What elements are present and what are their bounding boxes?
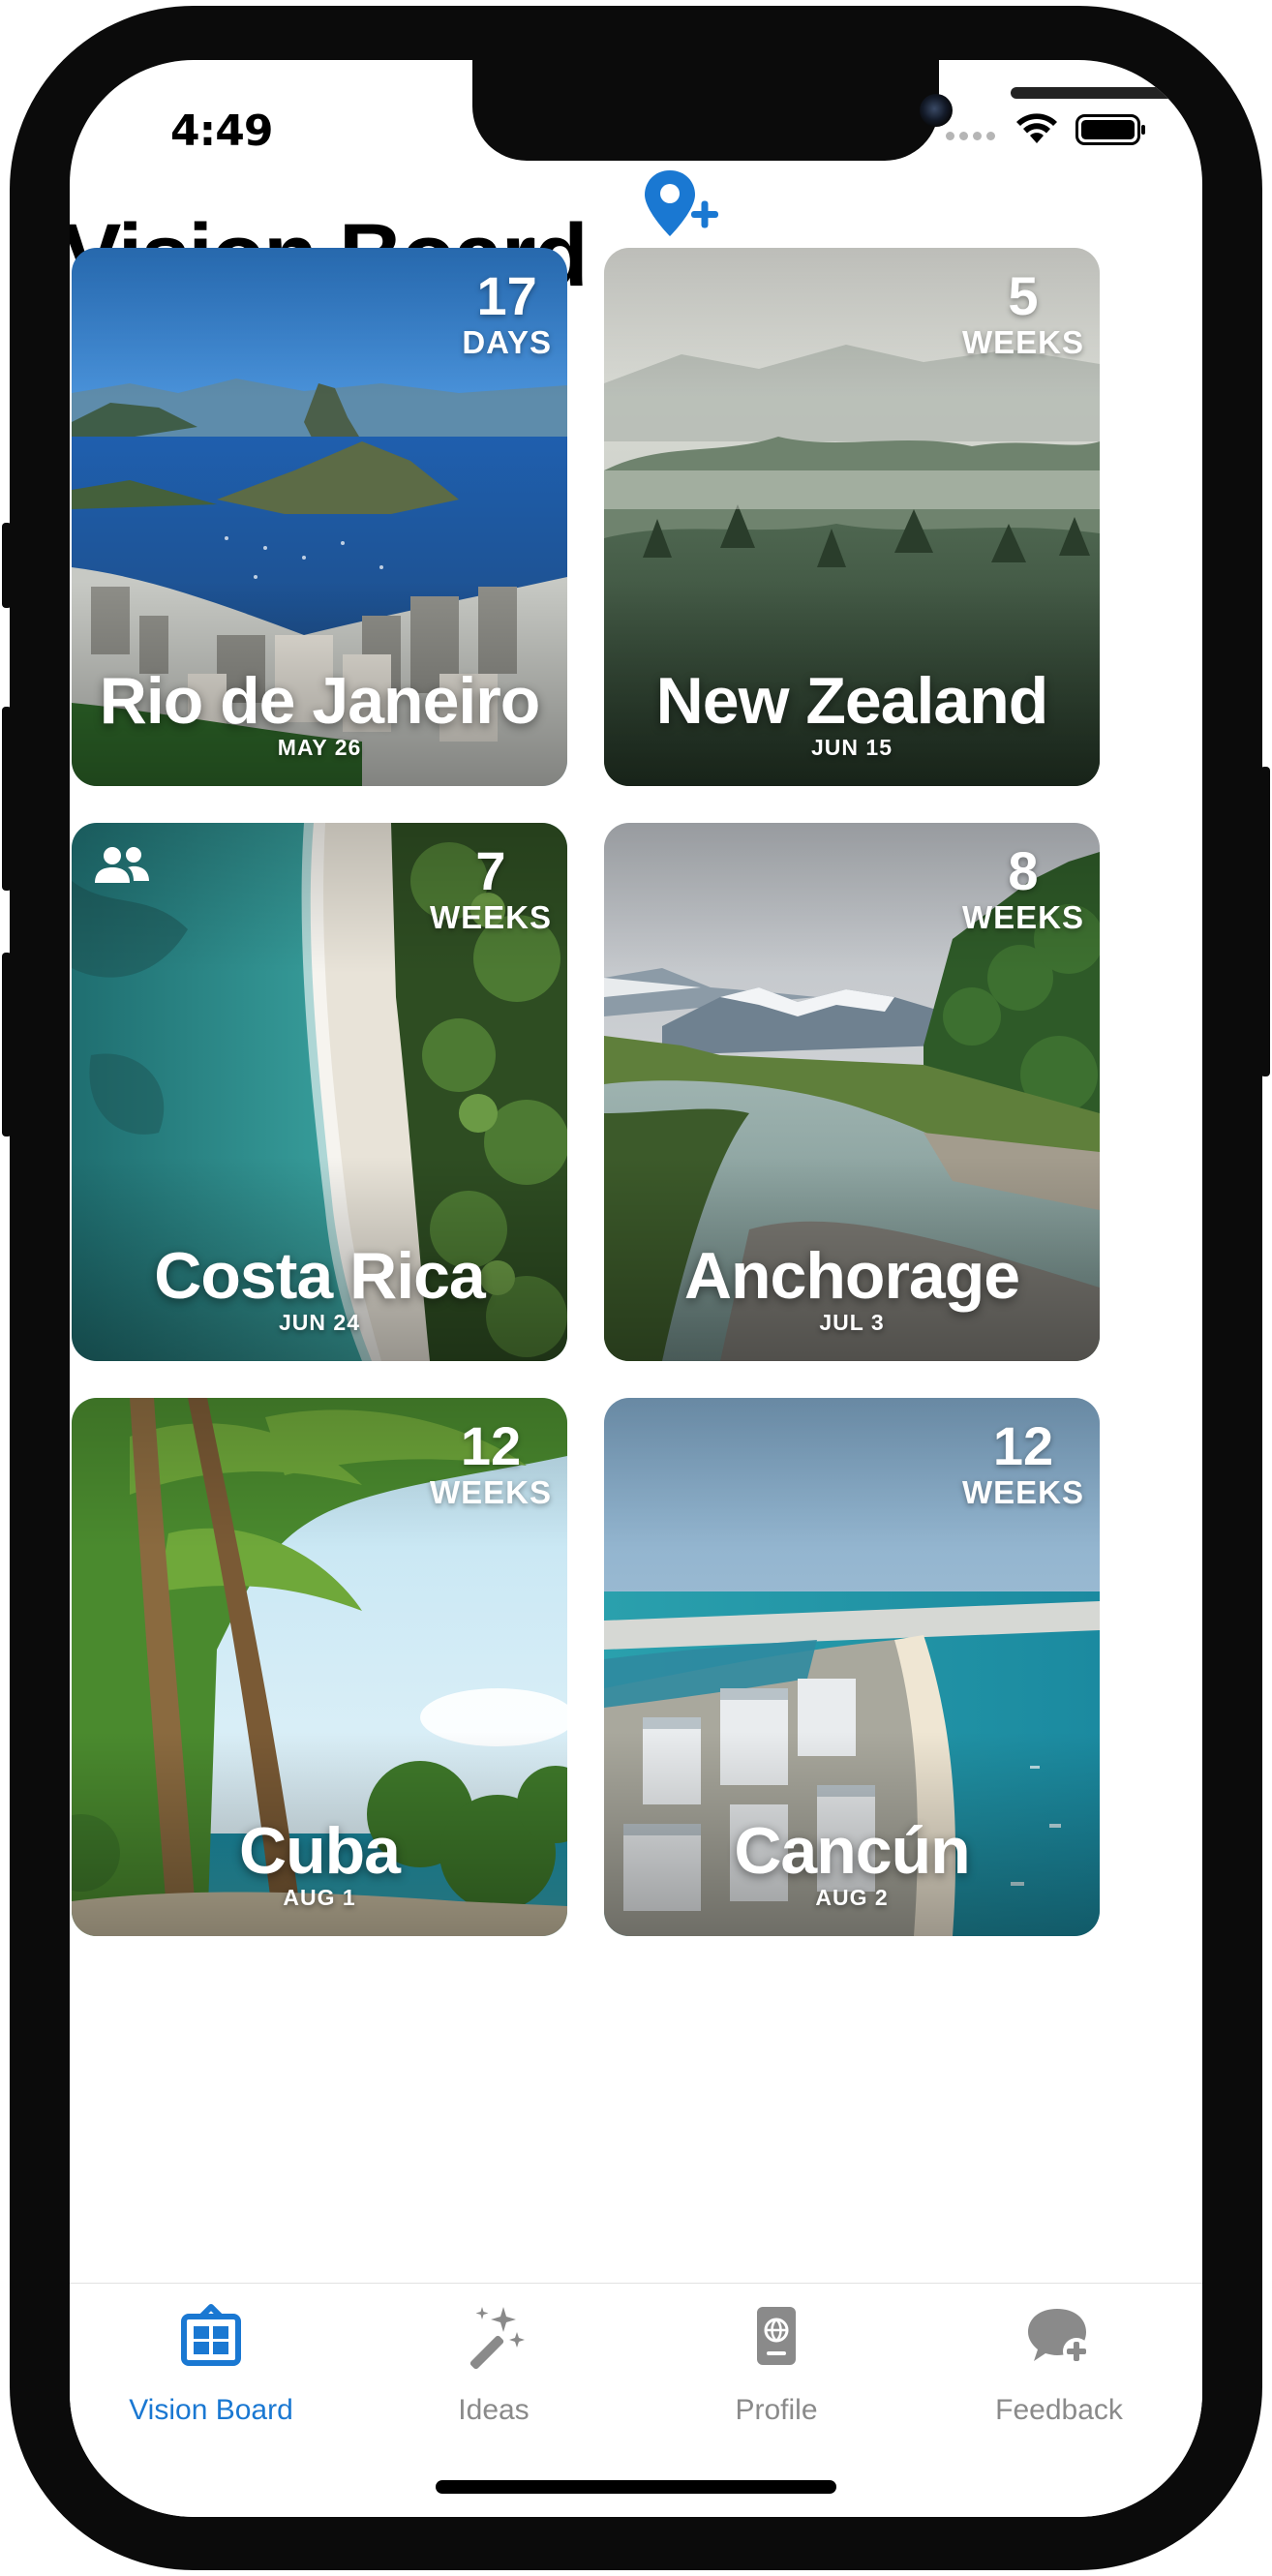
countdown-value: 7 (475, 840, 506, 901)
tab-ideas[interactable]: Ideas (352, 2284, 635, 2439)
destination-card-cancun[interactable]: 12 WEEKS Cancún AUG 2 (604, 1398, 1100, 1936)
chat-bubble-plus-icon (1028, 2309, 1090, 2365)
destination-name: Cuba (239, 1814, 401, 1888)
destination-date: JUL 3 (819, 1310, 885, 1335)
tab-feedback[interactable]: Feedback (918, 2284, 1200, 2439)
destination-date: JUN 24 (279, 1310, 360, 1335)
tab-label: Vision Board (129, 2394, 293, 2426)
countdown-value: 12 (992, 1415, 1054, 1476)
countdown-unit: WEEKS (961, 324, 1084, 360)
countdown-value: 17 (476, 265, 537, 326)
countdown-value: 12 (460, 1415, 522, 1476)
tab-profile[interactable]: Profile (635, 2284, 918, 2439)
add-destination-button[interactable] (641, 167, 722, 240)
destination-name: Cancún (734, 1814, 970, 1888)
status-icons (946, 110, 1159, 149)
destination-name: New Zealand (655, 664, 1049, 738)
notch (472, 60, 1202, 161)
map-pin-plus-icon (645, 170, 718, 236)
home-indicator[interactable] (436, 2480, 836, 2494)
countdown-value: 8 (1008, 840, 1039, 901)
volume-down-button (2, 953, 12, 1136)
countdown-unit: WEEKS (961, 899, 1084, 935)
app-screen: 4:49 Vision Board (70, 60, 1202, 2517)
tab-vision-board[interactable]: Vision Board (70, 2284, 352, 2439)
countdown-unit: WEEKS (961, 1474, 1084, 1510)
destination-card-cuba[interactable]: 12 WEEKS Cuba AUG 1 (72, 1398, 567, 1936)
countdown: 5 WEEKS (962, 269, 1084, 360)
volume-up-button (2, 707, 12, 891)
countdown-unit: WEEKS (429, 899, 552, 935)
destination-card-anchorage[interactable]: 8 WEEKS Anchorage JUL 3 (604, 823, 1100, 1361)
magic-wand-icon (469, 2307, 525, 2370)
vision-board-icon (181, 2304, 241, 2366)
silent-switch (2, 523, 12, 608)
passport-icon (757, 2307, 796, 2365)
tab-label: Profile (735, 2394, 818, 2426)
shared-trip-icon (95, 847, 149, 883)
destination-card-costa-rica[interactable]: 7 WEEKS Costa Rica JUN 24 (72, 823, 567, 1361)
countdown: 12 WEEKS (962, 1419, 1084, 1510)
destination-card-new-zealand[interactable]: 5 WEEKS New Zealand JUN 15 (604, 248, 1100, 786)
countdown: 17 DAYS (462, 269, 552, 360)
countdown-unit: WEEKS (429, 1474, 552, 1510)
earpiece-speaker (1011, 87, 1202, 99)
countdown: 7 WEEKS (430, 844, 552, 935)
tab-label: Ideas (458, 2394, 530, 2426)
destination-name: Anchorage (683, 1239, 1020, 1313)
countdown: 8 WEEKS (962, 844, 1084, 935)
wifi-icon (1016, 113, 1057, 143)
power-button (1260, 767, 1270, 1076)
destination-date: JUN 15 (811, 735, 893, 760)
destination-name: Costa Rica (154, 1239, 485, 1313)
countdown: 12 WEEKS (430, 1419, 552, 1510)
countdown-value: 5 (1008, 265, 1039, 326)
battery-icon (1075, 114, 1145, 145)
destination-date: MAY 26 (277, 735, 362, 760)
destination-date: AUG 1 (283, 1885, 356, 1910)
destination-name: Rio de Janeiro (99, 664, 541, 738)
cellular-signal-icon (946, 132, 995, 140)
tab-label: Feedback (995, 2394, 1123, 2426)
destination-date: AUG 2 (815, 1885, 889, 1910)
destination-card-rio-de-janeiro[interactable]: 17 DAYS Rio de Janeiro MAY 26 (72, 248, 567, 786)
countdown-unit: DAYS (462, 324, 552, 360)
status-time: 4:49 (170, 106, 273, 156)
